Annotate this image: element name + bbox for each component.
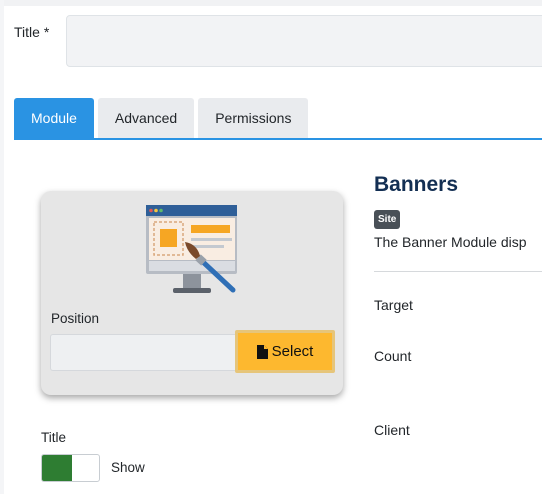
tab-underline	[14, 138, 542, 140]
title-show-toggle[interactable]	[41, 454, 100, 482]
title-toggle-label: Title	[41, 430, 67, 445]
left-strip	[0, 0, 4, 494]
position-label: Position	[51, 311, 100, 326]
module-description: The Banner Module disp	[374, 234, 527, 250]
tab-advanced[interactable]: Advanced	[97, 98, 195, 138]
client-field-label: Client	[374, 422, 410, 438]
target-field-label: Target	[374, 297, 413, 313]
toggle-on-indicator	[42, 455, 72, 481]
count-field-label: Count	[374, 348, 412, 364]
top-strip	[0, 0, 542, 6]
title-input[interactable]	[66, 15, 542, 67]
site-badge: Site	[374, 210, 401, 229]
module-name-heading: Banners	[374, 173, 459, 196]
position-card: Position Select	[41, 191, 343, 395]
select-position-button[interactable]: Select	[235, 330, 335, 373]
tab-bar: Module Advanced Permissions	[14, 98, 312, 138]
position-input[interactable]	[50, 334, 236, 371]
title-field-label: Title *	[14, 24, 50, 40]
monitor-paintbrush-icon	[145, 204, 239, 301]
select-button-label: Select	[271, 343, 314, 360]
title-toggle-state: Show	[111, 460, 145, 475]
divider	[374, 271, 542, 272]
file-icon	[256, 344, 268, 359]
tab-module[interactable]: Module	[14, 98, 94, 138]
tab-permissions[interactable]: Permissions	[198, 98, 309, 138]
